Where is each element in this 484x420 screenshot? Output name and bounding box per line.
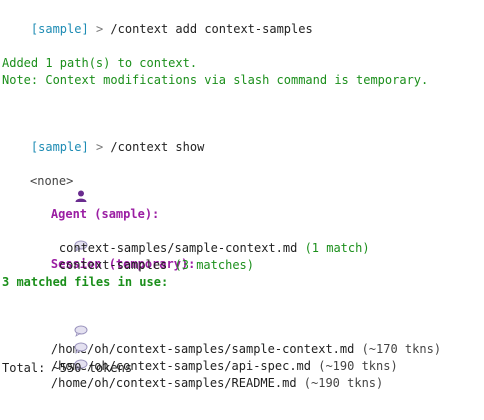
file-token-count: (~190 tkns) [303,376,384,390]
file-path: /home/oh/context-samples/README.md [50,376,297,390]
speech-bubble-icon [31,342,88,371]
agent-header-line: Agent (sample): [2,156,159,221]
added-message: Added 1 path(s) to context. [2,56,198,70]
prompt-tag: [sample] [30,140,89,154]
prompt-arrow: > [95,140,104,154]
session-item-count: (1 match) [304,241,370,255]
prompt-line-add: [sample] > /context add context-samples [2,4,313,36]
matched-files-header: 3 matched files in use: [2,275,169,289]
prompt-arrow: > [95,22,104,36]
prompt-tag: [sample] [30,22,89,36]
matched-file-row: /home/oh/context-samples/api-spec.md (~1… [2,308,398,373]
session-header-line: Session (temporary): [2,206,195,271]
command-text: /context add context-samples [110,22,313,36]
session-item: context-samples (3 matches) [2,240,254,272]
matched-file-row: /home/oh/context-samples/README.md (~190… [2,325,383,390]
file-token-count: (~190 tkns) [318,359,398,373]
total-tokens: Total: ~550 tokens [2,361,133,375]
session-item-name: context-samples [58,258,168,272]
command-text: /context show [110,140,205,154]
agent-value: <none> [30,174,74,188]
note-message: Note: Context modifications via slash co… [2,73,429,87]
session-item: context-samples/sample-context.md (1 mat… [2,223,370,255]
session-item-count: (3 matches) [174,258,254,272]
matched-file-row: /home/oh/context-samples/sample-context.… [2,291,441,356]
terminal-window[interactable]: [sample] > /context add context-samples … [0,0,484,420]
prompt-line-show: [sample] > /context show [2,122,204,154]
